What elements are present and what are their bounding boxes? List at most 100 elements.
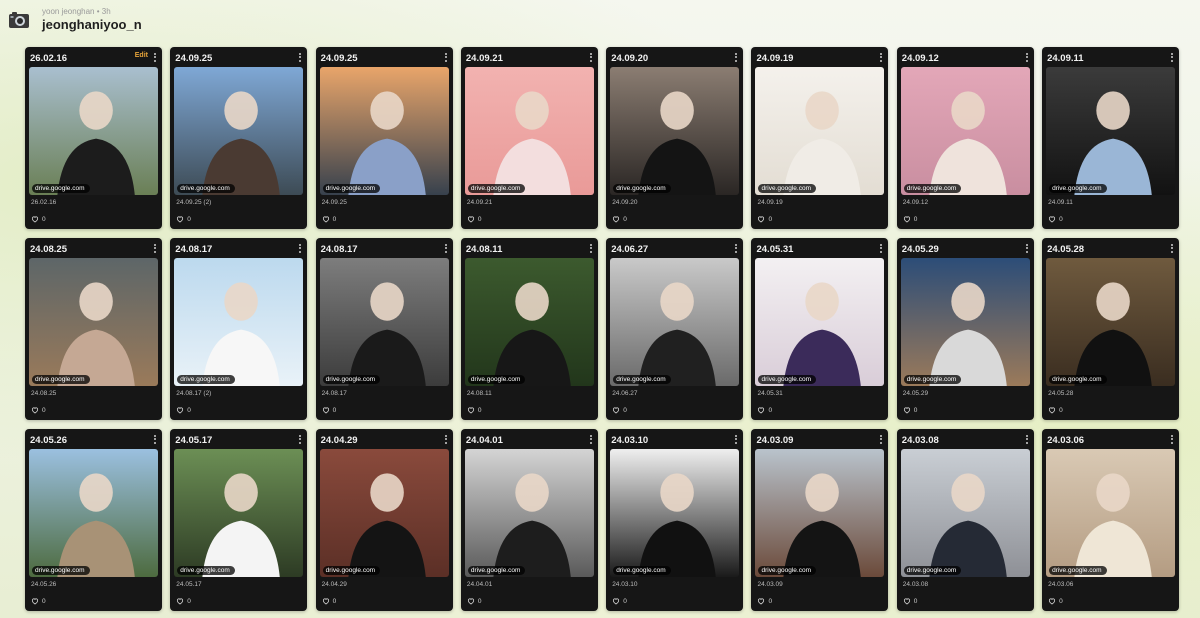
source-domain[interactable]: drive.google.com <box>32 566 90 575</box>
photo-card[interactable]: 24.08.11 drive.google.com 24.08.11 0 <box>460 238 598 420</box>
more-options-icon[interactable] <box>878 52 884 63</box>
photo-card[interactable]: 24.05.26 drive.google.com 24.05.26 0 <box>25 429 162 611</box>
more-options-icon[interactable] <box>588 434 594 445</box>
more-options-icon[interactable] <box>733 434 739 445</box>
source-domain[interactable]: drive.google.com <box>903 184 962 193</box>
source-domain[interactable]: drive.google.com <box>613 566 671 575</box>
heart-icon[interactable] <box>1048 406 1056 414</box>
photo-thumbnail[interactable]: drive.google.com <box>900 67 1030 195</box>
photo-card[interactable]: 24.09.12 drive.google.com 24.09.12 0 <box>896 47 1034 229</box>
photo-thumbnail[interactable]: drive.google.com <box>610 67 740 195</box>
likes[interactable]: 0 <box>903 597 917 605</box>
likes[interactable]: 0 <box>612 215 627 223</box>
likes[interactable]: 0 <box>467 215 482 223</box>
photo-thumbnail[interactable]: drive.google.com <box>755 67 885 195</box>
likes[interactable]: 0 <box>757 597 772 605</box>
heart-icon[interactable] <box>612 406 620 414</box>
source-domain[interactable]: drive.google.com <box>903 375 962 384</box>
photo-card[interactable]: 24.03.06 drive.google.com 24.03.06 0 <box>1042 429 1180 611</box>
source-domain[interactable]: drive.google.com <box>903 566 962 575</box>
heart-icon[interactable] <box>31 215 39 223</box>
likes[interactable]: 0 <box>31 406 46 414</box>
photo-card[interactable]: 24.09.11 drive.google.com 24.09.11 0 <box>1042 47 1180 229</box>
likes[interactable]: 0 <box>176 406 191 414</box>
photo-card[interactable]: 24.09.25 drive.google.com 24.09.25 0 <box>315 47 453 229</box>
source-domain[interactable]: drive.google.com <box>177 184 235 193</box>
likes[interactable]: 0 <box>1048 406 1063 414</box>
heart-icon[interactable] <box>322 406 330 414</box>
photo-thumbnail[interactable]: drive.google.com <box>1046 258 1176 386</box>
likes[interactable]: 0 <box>467 406 482 414</box>
photo-card[interactable]: 26.02.16 Edit drive.google.com 26.02.16 <box>25 47 162 229</box>
more-options-icon[interactable] <box>297 434 303 445</box>
photo-card[interactable]: 24.05.29 drive.google.com 24.05.29 0 <box>896 238 1034 420</box>
photo-card[interactable]: 24.08.17 drive.google.com 24.08.17 0 <box>315 238 453 420</box>
more-options-icon[interactable] <box>443 52 449 63</box>
heart-icon[interactable] <box>176 597 184 605</box>
likes[interactable]: 0 <box>757 406 772 414</box>
more-options-icon[interactable] <box>152 243 158 254</box>
photo-card[interactable]: 24.04.29 drive.google.com 24.04.29 0 <box>315 429 453 611</box>
photo-card[interactable]: 24.09.21 drive.google.com 24.09.21 0 <box>460 47 598 229</box>
more-options-icon[interactable] <box>1169 434 1175 445</box>
photo-thumbnail[interactable]: drive.google.com <box>319 258 449 386</box>
source-domain[interactable]: drive.google.com <box>322 184 381 193</box>
photo-card[interactable]: 24.06.27 drive.google.com 24.06.27 0 <box>606 238 744 420</box>
heart-icon[interactable] <box>467 597 475 605</box>
more-options-icon[interactable] <box>297 243 303 254</box>
photo-thumbnail[interactable]: drive.google.com <box>29 67 158 195</box>
heart-icon[interactable] <box>31 597 39 605</box>
more-options-icon[interactable] <box>878 243 884 254</box>
likes[interactable]: 0 <box>757 215 772 223</box>
source-domain[interactable]: drive.google.com <box>613 375 671 384</box>
photo-thumbnail[interactable]: drive.google.com <box>29 449 158 577</box>
username[interactable]: jeonghaniyoo_n <box>42 17 142 33</box>
photo-card[interactable]: 24.04.01 drive.google.com 24.04.01 0 <box>460 429 598 611</box>
heart-icon[interactable] <box>176 215 184 223</box>
photo-thumbnail[interactable]: drive.google.com <box>610 449 740 577</box>
source-domain[interactable]: drive.google.com <box>177 375 235 384</box>
more-options-icon[interactable] <box>443 243 449 254</box>
source-domain[interactable]: drive.google.com <box>758 375 816 384</box>
likes[interactable]: 0 <box>322 406 336 414</box>
source-domain[interactable]: drive.google.com <box>322 375 381 384</box>
photo-thumbnail[interactable]: drive.google.com <box>174 449 304 577</box>
photo-thumbnail[interactable]: drive.google.com <box>610 258 740 386</box>
source-domain[interactable]: drive.google.com <box>467 375 526 384</box>
likes[interactable]: 0 <box>612 406 627 414</box>
likes[interactable]: 0 <box>176 597 191 605</box>
photo-card[interactable]: 24.05.31 drive.google.com 24.05.31 0 <box>751 238 889 420</box>
likes[interactable]: 0 <box>1048 215 1063 223</box>
source-domain[interactable]: drive.google.com <box>613 184 671 193</box>
heart-icon[interactable] <box>903 406 911 414</box>
likes[interactable]: 0 <box>176 215 191 223</box>
avatar[interactable] <box>6 7 32 33</box>
photo-card[interactable]: 24.05.28 drive.google.com 24.05.28 0 <box>1042 238 1180 420</box>
photo-thumbnail[interactable]: drive.google.com <box>900 449 1030 577</box>
heart-icon[interactable] <box>467 406 475 414</box>
heart-icon[interactable] <box>467 215 475 223</box>
photo-card[interactable]: 24.09.25 drive.google.com 24.09.25 (2) 0 <box>170 47 308 229</box>
more-options-icon[interactable] <box>443 434 449 445</box>
more-options-icon[interactable] <box>733 243 739 254</box>
heart-icon[interactable] <box>757 406 765 414</box>
heart-icon[interactable] <box>612 215 620 223</box>
likes[interactable]: 0 <box>31 597 46 605</box>
photo-card[interactable]: 24.03.09 drive.google.com 24.03.09 0 <box>751 429 889 611</box>
photo-thumbnail[interactable]: drive.google.com <box>464 449 594 577</box>
photo-card[interactable]: 24.03.08 drive.google.com 24.03.08 0 <box>896 429 1034 611</box>
likes[interactable]: 0 <box>322 215 336 223</box>
likes[interactable]: 0 <box>322 597 336 605</box>
more-options-icon[interactable] <box>1024 243 1030 254</box>
heart-icon[interactable] <box>176 406 184 414</box>
photo-card[interactable]: 24.05.17 drive.google.com 24.05.17 0 <box>170 429 308 611</box>
heart-icon[interactable] <box>612 597 620 605</box>
source-domain[interactable]: drive.google.com <box>32 184 90 193</box>
likes[interactable]: 0 <box>612 597 627 605</box>
photo-thumbnail[interactable]: drive.google.com <box>900 258 1030 386</box>
more-options-icon[interactable] <box>297 52 303 63</box>
more-options-icon[interactable] <box>1024 434 1030 445</box>
photo-thumbnail[interactable]: drive.google.com <box>174 67 304 195</box>
more-options-icon[interactable] <box>878 434 884 445</box>
photo-thumbnail[interactable]: drive.google.com <box>29 258 158 386</box>
